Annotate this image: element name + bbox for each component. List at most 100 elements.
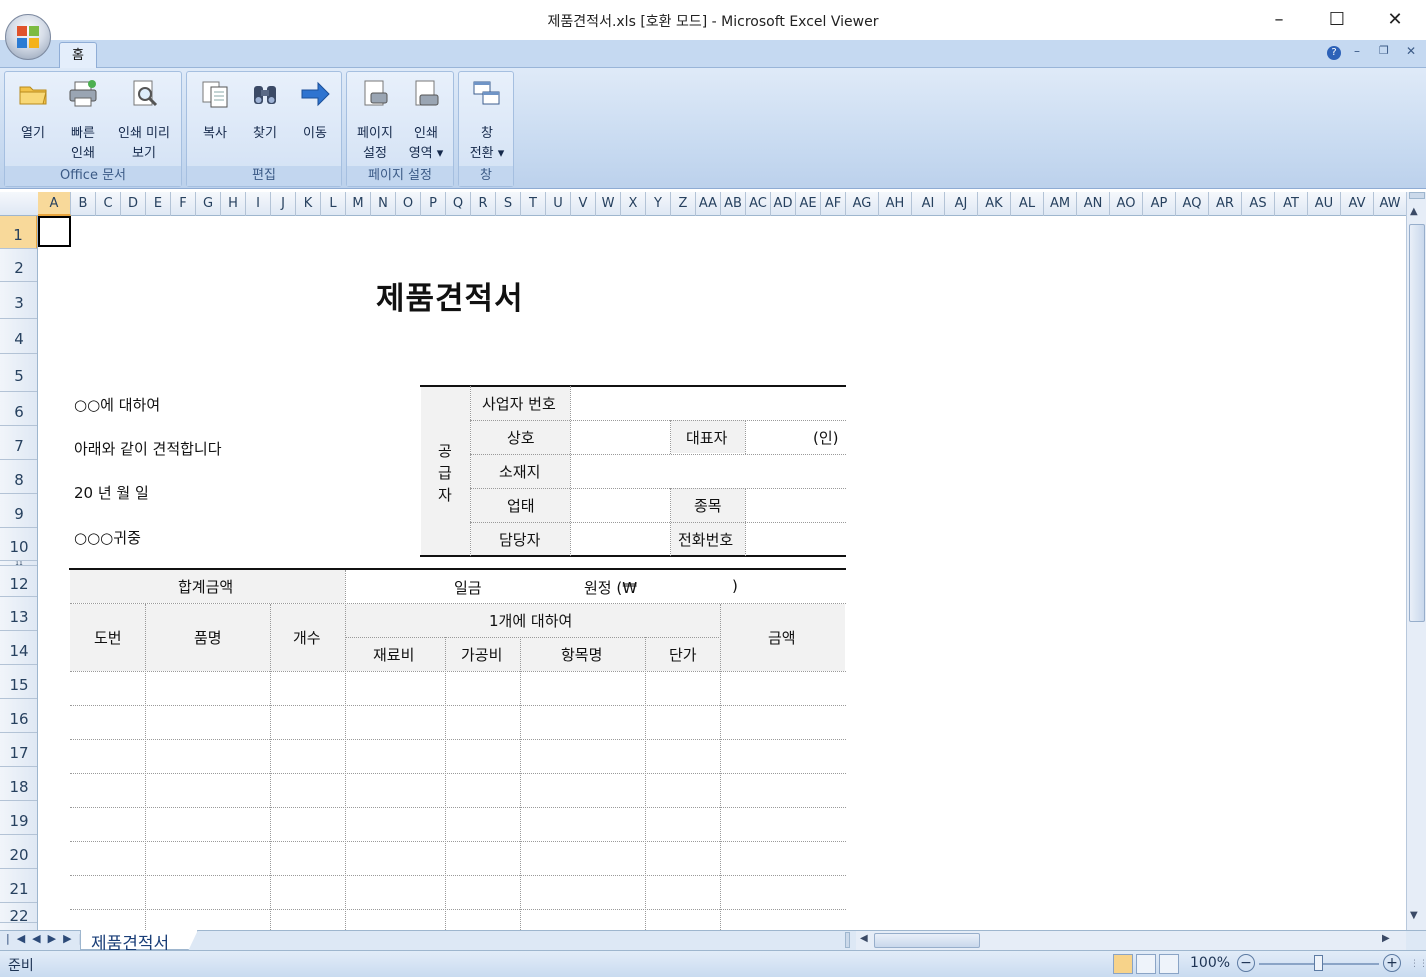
row-header-5[interactable]: 5	[0, 354, 37, 392]
page-setup-button[interactable]: 페이지 설정	[351, 78, 399, 164]
ribbon-close-icon[interactable]: ✕	[1406, 44, 1416, 58]
column-header-aj[interactable]: AJ	[945, 192, 978, 216]
column-header-as[interactable]: AS	[1242, 192, 1275, 216]
page-layout-view-icon[interactable]	[1136, 954, 1156, 974]
column-header-al[interactable]: AL	[1011, 192, 1044, 216]
row-header-15[interactable]: 15	[0, 665, 37, 699]
column-header-d[interactable]: D	[121, 192, 146, 216]
find-button[interactable]: 찾기	[241, 78, 289, 144]
resize-grip-icon[interactable]: ⋮⋮	[1410, 959, 1426, 969]
column-header-r[interactable]: R	[471, 192, 496, 216]
column-header-ad[interactable]: AD	[771, 192, 796, 216]
column-header-y[interactable]: Y	[646, 192, 671, 216]
column-header-ao[interactable]: AO	[1110, 192, 1143, 216]
help-icon[interactable]: ?	[1327, 46, 1341, 60]
sheet-tab-active[interactable]: 제품견적서	[80, 930, 198, 950]
column-header-ai[interactable]: AI	[912, 192, 945, 216]
column-header-t[interactable]: T	[521, 192, 546, 216]
column-header-ak[interactable]: AK	[978, 192, 1011, 216]
split-box[interactable]	[1409, 192, 1425, 199]
row-header-17[interactable]: 17	[0, 733, 37, 767]
ribbon-restore-icon[interactable]: ❐	[1379, 44, 1389, 57]
column-header-h[interactable]: H	[221, 192, 246, 216]
print-preview-button[interactable]: 인쇄 미리 보기	[109, 78, 179, 164]
row-header-21[interactable]: 21	[0, 869, 37, 903]
row-header-3[interactable]: 3	[0, 282, 37, 319]
scroll-right-icon[interactable]: ▶	[1382, 933, 1390, 944]
hscroll-thumb[interactable]	[874, 933, 980, 948]
row-header-16[interactable]: 16	[0, 699, 37, 733]
column-header-l[interactable]: L	[321, 192, 346, 216]
column-header-au[interactable]: AU	[1308, 192, 1341, 216]
column-header-e[interactable]: E	[146, 192, 171, 216]
column-header-at[interactable]: AT	[1275, 192, 1308, 216]
column-header-am[interactable]: AM	[1044, 192, 1077, 216]
column-header-ah[interactable]: AH	[879, 192, 912, 216]
open-button[interactable]: 열기	[9, 78, 57, 144]
scroll-left-icon[interactable]: ◀	[860, 933, 868, 944]
quick-print-button[interactable]: 빠른 인쇄	[59, 78, 107, 164]
column-header-ac[interactable]: AC	[746, 192, 771, 216]
column-header-o[interactable]: O	[396, 192, 421, 216]
zoom-level[interactable]: 100%	[1190, 955, 1230, 971]
office-button[interactable]	[5, 14, 51, 60]
maximize-button[interactable]: ☐	[1308, 0, 1366, 38]
column-header-p[interactable]: P	[421, 192, 446, 216]
column-header-z[interactable]: Z	[671, 192, 696, 216]
column-header-ag[interactable]: AG	[846, 192, 879, 216]
column-header-ae[interactable]: AE	[796, 192, 821, 216]
column-header-af[interactable]: AF	[821, 192, 846, 216]
column-header-n[interactable]: N	[371, 192, 396, 216]
column-header-an[interactable]: AN	[1077, 192, 1110, 216]
vertical-scrollbar[interactable]: ▲ ▼	[1406, 192, 1426, 930]
column-header-m[interactable]: M	[346, 192, 371, 216]
scroll-down-icon[interactable]: ▼	[1410, 910, 1418, 921]
row-header-12[interactable]: 12	[0, 566, 37, 597]
column-header-k[interactable]: K	[296, 192, 321, 216]
zoom-in-icon[interactable]: +	[1383, 954, 1401, 972]
column-header-b[interactable]: B	[71, 192, 96, 216]
column-header-w[interactable]: W	[596, 192, 621, 216]
sheet-nav-arrows-icon[interactable]: |◀◀▶▶|	[6, 932, 89, 945]
column-header-i[interactable]: I	[246, 192, 271, 216]
row-header-14[interactable]: 14	[0, 631, 37, 665]
row-header-6[interactable]: 6	[0, 392, 37, 426]
column-header-ap[interactable]: AP	[1143, 192, 1176, 216]
scroll-thumb[interactable]	[1409, 224, 1425, 622]
copy-button[interactable]: 복사	[191, 78, 239, 144]
column-header-av[interactable]: AV	[1341, 192, 1374, 216]
column-header-ab[interactable]: AB	[721, 192, 746, 216]
page-break-view-icon[interactable]	[1159, 954, 1179, 974]
zoom-slider-thumb[interactable]	[1314, 955, 1323, 971]
row-header-9[interactable]: 9	[0, 494, 37, 528]
active-cell[interactable]	[38, 216, 71, 247]
zoom-out-icon[interactable]: −	[1237, 954, 1255, 972]
column-header-q[interactable]: Q	[446, 192, 471, 216]
row-header-19[interactable]: 19	[0, 801, 37, 835]
horizontal-scrollbar[interactable]: ◀ ▶	[856, 931, 1406, 950]
row-header-8[interactable]: 8	[0, 460, 37, 494]
row-header-7[interactable]: 7	[0, 426, 37, 460]
goto-button[interactable]: 이동	[291, 78, 339, 144]
column-header-c[interactable]: C	[96, 192, 121, 216]
tab-home[interactable]: 홈	[59, 42, 97, 69]
column-header-u[interactable]: U	[546, 192, 571, 216]
row-header-20[interactable]: 20	[0, 835, 37, 869]
worksheet[interactable]: 제품견적서 ○○에 대하여 아래와 같이 견적합니다 20 년 월 일 ○○○귀…	[38, 216, 1406, 930]
column-header-a[interactable]: A	[38, 192, 71, 216]
scroll-up-icon[interactable]: ▲	[1410, 206, 1418, 217]
column-header-ar[interactable]: AR	[1209, 192, 1242, 216]
column-header-aw[interactable]: AW	[1374, 192, 1407, 216]
column-header-f[interactable]: F	[171, 192, 196, 216]
print-area-button[interactable]: 인쇄 영역 ▾	[401, 78, 451, 164]
row-header-22[interactable]: 22	[0, 903, 37, 925]
row-header-13[interactable]: 13	[0, 597, 37, 631]
column-header-s[interactable]: S	[496, 192, 521, 216]
column-header-aq[interactable]: AQ	[1176, 192, 1209, 216]
column-header-g[interactable]: G	[196, 192, 221, 216]
normal-view-icon[interactable]	[1113, 954, 1133, 974]
switch-window-button[interactable]: 창 전환 ▾	[461, 78, 513, 164]
row-header-4[interactable]: 4	[0, 319, 37, 354]
row-header-10[interactable]: 10	[0, 528, 37, 561]
row-header-18[interactable]: 18	[0, 767, 37, 801]
